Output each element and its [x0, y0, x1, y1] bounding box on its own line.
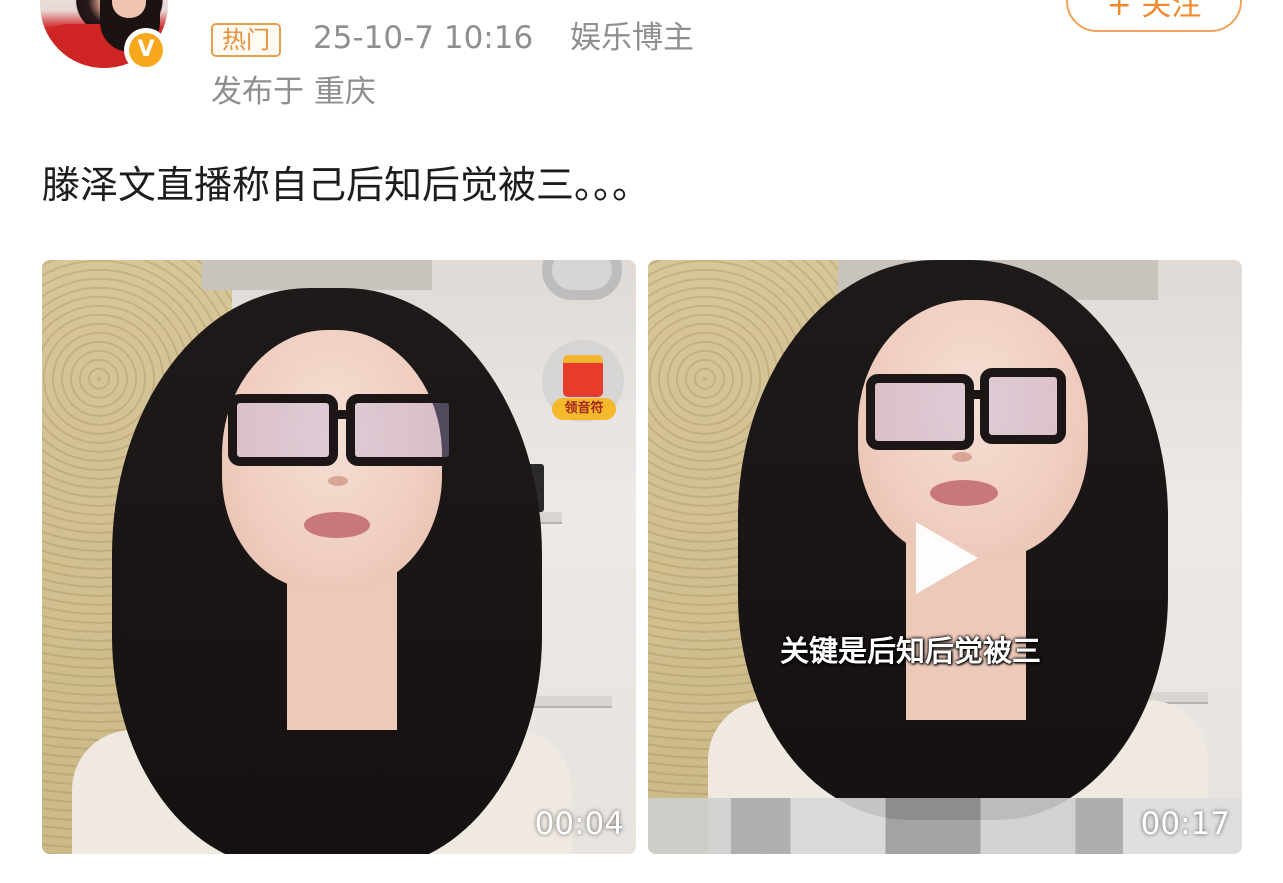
glasses-right-lens: [980, 368, 1066, 444]
person-nose: [952, 452, 972, 462]
follow-button[interactable]: + 关注: [1066, 0, 1242, 32]
person-nose: [328, 476, 348, 486]
person-lips: [304, 512, 370, 538]
glasses-bridge: [334, 410, 350, 419]
video-thumbnail-1[interactable]: 领音符 00:04: [42, 260, 636, 854]
video-background-ceiling: [202, 260, 432, 290]
person-lips: [930, 480, 998, 506]
video-background-shelf-lower: [532, 696, 612, 708]
author-role: 娱乐博主: [570, 20, 694, 56]
video-thumbnail-2[interactable]: 关键是后知后觉被三 00:17: [648, 260, 1242, 854]
video-duration: 00:04: [534, 806, 624, 842]
post-timestamp: 25-10-7 10:16: [313, 20, 534, 56]
weibo-post-page: V 热门 25-10-7 10:16 娱乐博主 发布于 重庆 + 关注 滕泽文直…: [0, 0, 1283, 883]
verified-badge: V: [124, 28, 168, 72]
gift-badge[interactable]: 领音符: [542, 340, 624, 422]
post-location: 发布于 重庆: [211, 74, 376, 110]
video-subtitle: 关键是后知后觉被三: [780, 634, 1042, 668]
glasses-left-lens: [866, 374, 974, 450]
glasses-left-lens: [228, 394, 338, 466]
gift-badge-label: 领音符: [552, 398, 616, 420]
hot-badge: 热门: [211, 23, 281, 57]
video-top-circle: [542, 260, 622, 300]
gift-box-icon: [563, 355, 603, 397]
post-text: 滕泽文直播称自己后知后觉被三。。。: [42, 163, 651, 207]
verified-v-icon: V: [129, 33, 163, 67]
glasses-bridge: [970, 390, 984, 399]
play-icon[interactable]: [916, 522, 978, 594]
video-duration: 00:17: [1140, 806, 1230, 842]
glasses-right-lens: [346, 394, 458, 466]
